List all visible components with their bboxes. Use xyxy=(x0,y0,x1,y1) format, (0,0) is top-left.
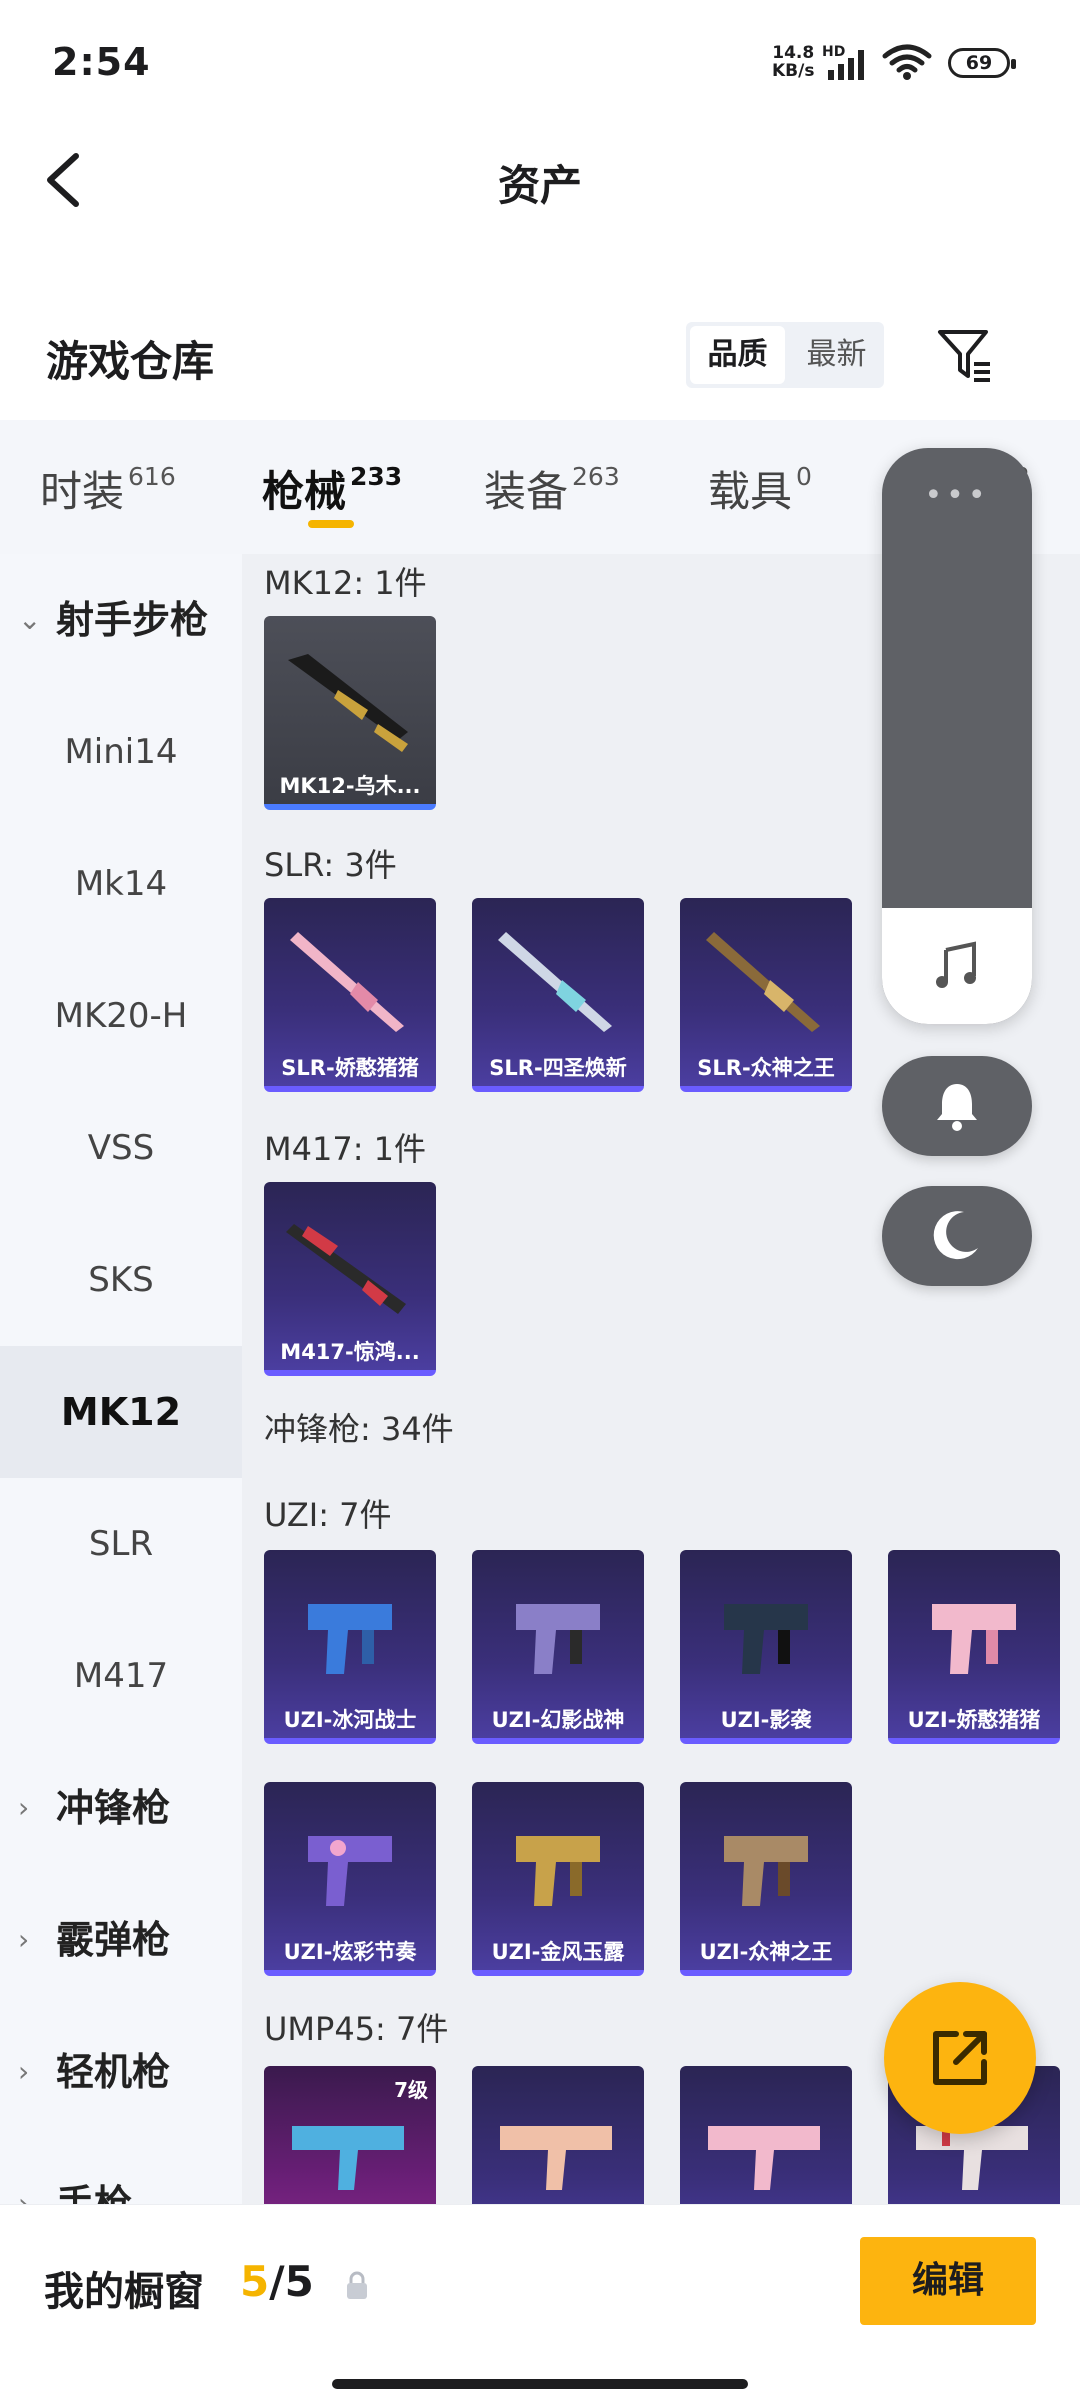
chevron-right-icon: › xyxy=(18,1791,30,1824)
sidebar-item-mini14[interactable]: Mini14 xyxy=(0,686,242,818)
battery-indicator: 69 xyxy=(948,48,1016,78)
tab-vehicles[interactable]: 载具 0 xyxy=(708,458,812,519)
group-label-mk12: MK12: 1件 xyxy=(264,564,427,602)
rifle-icon xyxy=(286,1224,406,1314)
filter-icon[interactable] xyxy=(936,326,994,384)
chevron-right-icon: › xyxy=(18,1923,30,1956)
rifle-icon xyxy=(288,654,408,752)
status-time: 2:54 xyxy=(52,40,151,84)
share-icon xyxy=(933,2031,987,2085)
floating-panel[interactable]: ••• xyxy=(882,448,1032,1024)
smg-icon xyxy=(724,1836,808,1906)
edit-button[interactable]: 编辑 xyxy=(860,2237,1036,2325)
showcase-bar: 我的橱窗 5/5 编辑 xyxy=(0,2204,1080,2400)
network-speed: 14.8 KB/s xyxy=(772,43,815,81)
warehouse-title: 游戏仓库 xyxy=(46,337,215,386)
group-label-uzi: UZI: 7件 xyxy=(264,1496,392,1534)
sort-option-newest[interactable]: 最新 xyxy=(789,322,884,388)
home-indicator[interactable] xyxy=(332,2379,748,2389)
music-icon xyxy=(936,941,976,988)
tab-guns[interactable]: 枪械 233 xyxy=(262,458,402,519)
group-label-slr: SLR: 3件 xyxy=(264,846,397,884)
sort-toggle: 品质 最新 xyxy=(686,322,884,388)
weapon-card[interactable] xyxy=(680,2066,852,2204)
sidebar-item-mk20h[interactable]: MK20-H xyxy=(0,950,242,1082)
weapon-card[interactable]: UZI-众神之王 xyxy=(680,1782,852,1976)
weapon-card[interactable]: MK12-乌木... xyxy=(264,616,436,810)
night-mode-button[interactable] xyxy=(882,1186,1032,1286)
weapon-card[interactable]: UZI-金风玉露 xyxy=(472,1782,644,1976)
rifle-icon xyxy=(290,932,404,1032)
weapon-card[interactable]: UZI-娇憨猪猪 xyxy=(888,1550,1060,1744)
sidebar-item-mk14[interactable]: Mk14 xyxy=(0,818,242,950)
chevron-right-icon: › xyxy=(18,2055,30,2088)
weapon-card[interactable]: SLR-娇憨猪猪 xyxy=(264,898,436,1092)
group-label-m417: M417: 1件 xyxy=(264,1130,427,1168)
weapon-card[interactable]: M417-惊鸿... xyxy=(264,1182,436,1376)
wifi-icon xyxy=(882,44,932,80)
rifle-icon xyxy=(706,932,820,1032)
status-bar: 2:54 14.8 KB/s HD 69 xyxy=(0,0,1080,120)
smg-icon xyxy=(708,2126,820,2190)
share-button[interactable] xyxy=(884,1982,1036,2134)
moon-icon xyxy=(933,1211,978,1260)
sidebar-category-marksman[interactable]: ⌄ 射手步枪 xyxy=(0,554,242,686)
smg-icon xyxy=(932,1604,1016,1674)
sidebar-category-lmg[interactable]: › 轻机枪 xyxy=(0,2006,242,2138)
smg-icon xyxy=(516,1836,600,1906)
sidebar-item-m417[interactable]: M417 xyxy=(0,1610,242,1742)
page-title: 资产 xyxy=(497,161,582,210)
sidebar-item-vss[interactable]: VSS xyxy=(0,1082,242,1214)
smg-icon xyxy=(292,2126,404,2190)
notification-button[interactable] xyxy=(882,1056,1032,1156)
sort-option-quality[interactable]: 品质 xyxy=(690,326,785,384)
smg-icon xyxy=(308,1604,392,1674)
weapon-card[interactable]: UZI-炫彩节奏 xyxy=(264,1782,436,1976)
weapon-card[interactable]: 7级 xyxy=(264,2066,436,2204)
weapon-card[interactable] xyxy=(472,2066,644,2204)
group-label-ump45: UMP45: 7件 xyxy=(264,2010,449,2048)
lock-icon xyxy=(347,2271,367,2299)
weapon-card[interactable]: SLR-众神之王 xyxy=(680,898,852,1092)
music-button[interactable] xyxy=(882,908,1032,1024)
bell-icon xyxy=(937,1084,977,1131)
rifle-icon xyxy=(498,932,612,1032)
showcase-count: 5/5 xyxy=(240,2257,314,2306)
sidebar-item-slr[interactable]: SLR xyxy=(0,1478,242,1610)
sidebar-item-mk12[interactable]: MK12 xyxy=(0,1346,242,1478)
smg-icon xyxy=(724,1604,808,1674)
showcase-label: 我的橱窗 xyxy=(44,2269,204,2315)
weapon-card[interactable]: SLR-四圣焕新 xyxy=(472,898,644,1092)
sidebar-category-smg[interactable]: › 冲锋枪 xyxy=(0,1742,242,1874)
weapon-card[interactable]: UZI-影袭 xyxy=(680,1550,852,1744)
tab-fashion[interactable]: 时装 616 xyxy=(40,458,176,519)
chevron-down-icon: ⌄ xyxy=(18,603,42,636)
more-dots[interactable]: ••• xyxy=(882,478,1032,513)
active-tab-indicator xyxy=(308,520,354,528)
sidebar-item-sks[interactable]: SKS xyxy=(0,1214,242,1346)
signal-icon xyxy=(828,50,864,80)
smg-icon xyxy=(308,1836,392,1906)
smg-icon xyxy=(500,2126,612,2190)
weapon-card[interactable]: UZI-幻影战神 xyxy=(472,1550,644,1744)
tab-equipment[interactable]: 装备 263 xyxy=(484,458,620,519)
sidebar-category-shotgun[interactable]: › 霰弹枪 xyxy=(0,1874,242,2006)
weapon-card[interactable]: UZI-冰河战士 xyxy=(264,1550,436,1744)
weapon-sidebar: ⌄ 射手步枪 Mini14 Mk14 MK20-H VSS SKS MK12 SL… xyxy=(0,554,242,2226)
smg-icon xyxy=(516,1604,600,1674)
group-label-smg: 冲锋枪: 34件 xyxy=(264,1410,454,1448)
